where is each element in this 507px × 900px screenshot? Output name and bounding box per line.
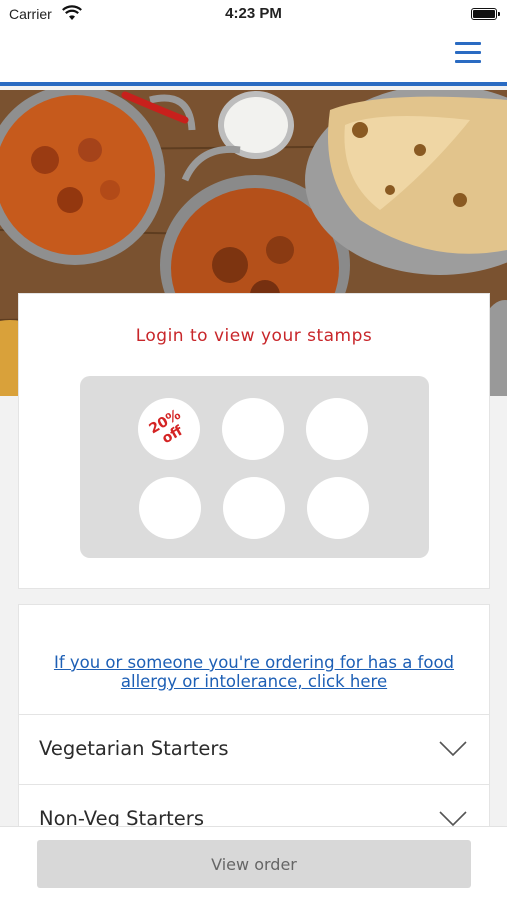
loyalty-stamp-card: Login to view your stamps 20% off xyxy=(18,293,490,589)
chevron-down-icon xyxy=(439,741,467,757)
login-stamps-prompt[interactable]: Login to view your stamps xyxy=(19,326,489,346)
empty-stamp xyxy=(139,477,201,539)
clock: 4:23 PM xyxy=(225,5,282,22)
bottom-bar: View order xyxy=(0,826,507,900)
hamburger-menu-icon[interactable] xyxy=(455,40,483,66)
stamp-grid: 20% off xyxy=(80,376,429,558)
empty-stamp xyxy=(306,398,368,460)
category-vegetarian-starters[interactable]: Vegetarian Starters xyxy=(19,714,489,784)
battery-icon xyxy=(471,8,500,20)
status-bar: Carrier 4:23 PM xyxy=(0,0,507,30)
app-header xyxy=(0,30,507,86)
chevron-down-icon xyxy=(439,811,467,827)
allergy-info-link[interactable]: If you or someone you're ordering for ha… xyxy=(19,653,489,691)
reward-label: 20% off xyxy=(146,406,186,448)
empty-stamp xyxy=(307,477,369,539)
category-label: Vegetarian Starters xyxy=(39,737,229,760)
view-order-button[interactable]: View order xyxy=(37,840,471,888)
allergy-link-text[interactable]: If you or someone you're ordering for ha… xyxy=(54,653,454,691)
reward-stamp: 20% off xyxy=(138,398,200,460)
menu-card: If you or someone you're ordering for ha… xyxy=(18,604,490,844)
empty-stamp xyxy=(222,398,284,460)
empty-stamp xyxy=(223,477,285,539)
